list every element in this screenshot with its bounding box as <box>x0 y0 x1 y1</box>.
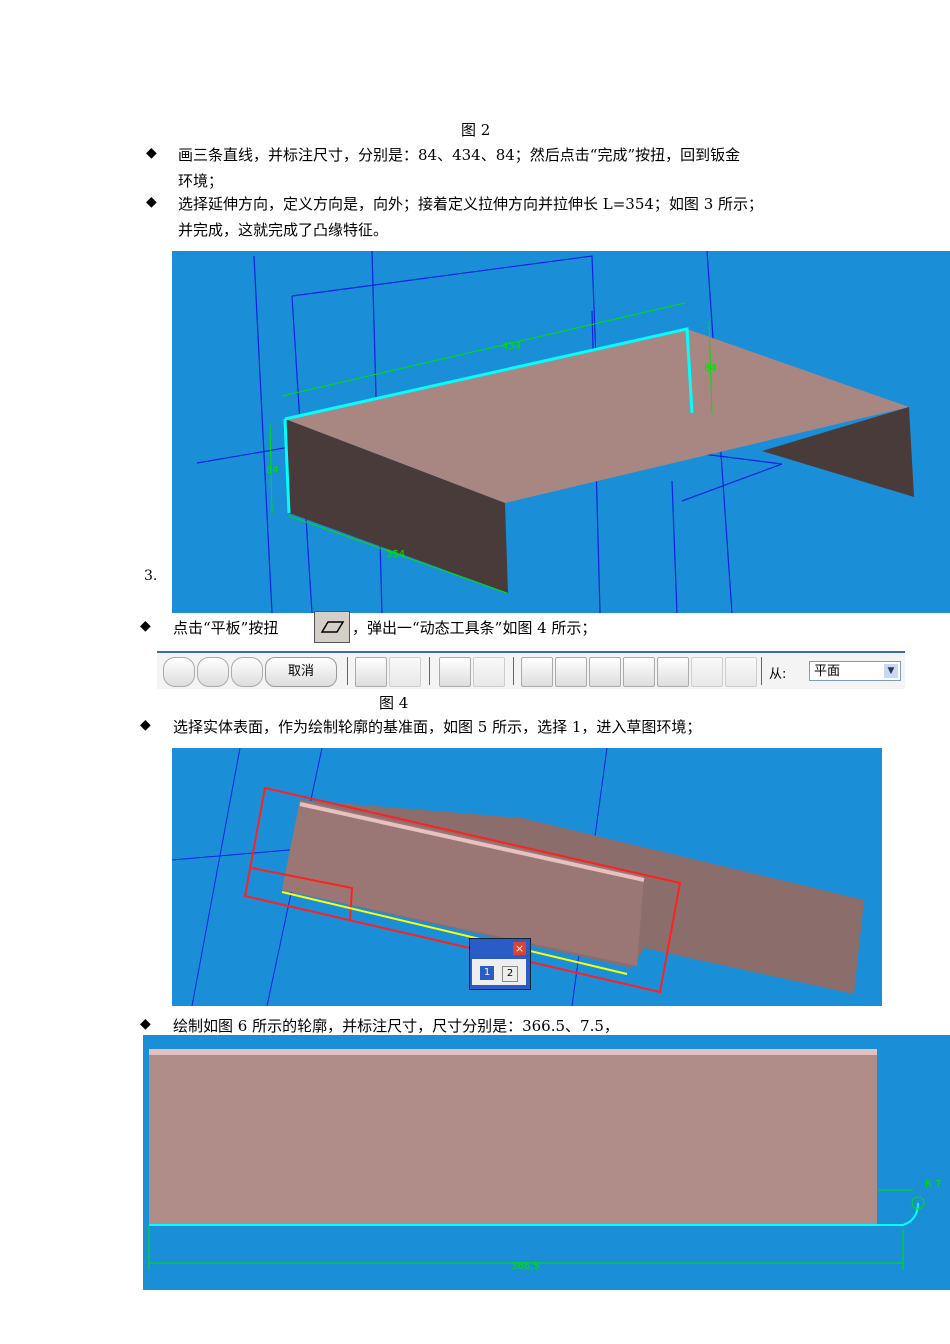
dynamic-toolbar: 取消 从: 平面 ▼ <box>157 651 905 689</box>
extend-icon[interactable] <box>197 657 229 687</box>
selection-popup: × 1 2 <box>469 938 531 990</box>
figure-6-sketch-profile: 366,5 R 7 <box>143 1035 950 1290</box>
divider <box>513 657 514 685</box>
para-3-before: 点击“平板”按扭 <box>173 619 279 637</box>
para-4-line1: 选择实体表面，作为绘制轮廓的基准面，如图 5 所示，选择 1，进入草图环境； <box>173 718 702 736</box>
dim-radius: R 7 <box>925 1179 942 1190</box>
coincident-plane-icon[interactable] <box>521 657 553 687</box>
from-value: 平面 <box>814 664 841 679</box>
para-3-after: ，弹出一“动态工具条”如图 4 所示； <box>352 619 597 637</box>
sketch-icon[interactable] <box>389 657 421 687</box>
angled-plane-icon[interactable] <box>589 657 621 687</box>
fig3-number: 3. <box>144 568 158 584</box>
close-icon[interactable]: × <box>513 942 526 955</box>
para-1-line1: 画三条直线，并标注尺寸，分别是：84、434、84；然后点击“完成”按扭，回到钣… <box>178 146 741 164</box>
figure-3-flange-model: 434 84 84 354 <box>172 251 950 613</box>
option-1[interactable]: 1 <box>480 966 494 980</box>
bullet: ◆ <box>146 194 157 210</box>
cancel-button[interactable]: 取消 <box>265 657 337 687</box>
dim-354: 354 <box>386 549 405 560</box>
normal-plane-icon[interactable] <box>657 657 689 687</box>
plane-select-icon[interactable] <box>163 657 195 687</box>
caption-fig4: 图 4 <box>379 694 409 712</box>
parallel-plane-icon[interactable] <box>555 657 587 687</box>
dim-84-left: 84 <box>266 465 279 476</box>
caption-fig2: 图 2 <box>461 121 491 139</box>
sketch-edit-icon[interactable] <box>355 657 387 687</box>
figure-5-face-selection: × 1 2 <box>172 748 882 1006</box>
curve-plane-icon[interactable] <box>691 657 723 687</box>
profile-sketch-drawing: 366,5 R 7 <box>148 1049 942 1272</box>
divider <box>761 657 762 685</box>
para-2-line1: 选择延伸方向，定义方向是，向外；接着定义拉伸方向并拉伸长 L=354；如图 3 … <box>178 195 764 213</box>
pencil-icon[interactable] <box>473 657 505 687</box>
dim-366-5: 366,5 <box>511 1261 540 1272</box>
para-2-line2: 并完成，这就完成了凸缘特征。 <box>178 221 389 239</box>
document-page: 图 2 ◆ 画三条直线，并标注尺寸，分别是：84、434、84；然后点击“完成”… <box>0 0 950 1344</box>
plate-icon <box>320 621 345 633</box>
flange-drawing: 434 84 84 354 <box>196 251 914 613</box>
dim-434: 434 <box>502 341 521 352</box>
three-point-plane-icon[interactable] <box>725 657 757 687</box>
divider <box>347 657 348 685</box>
flat-plate-button[interactable] <box>314 611 350 643</box>
from-select[interactable]: 平面 ▼ <box>809 661 901 681</box>
dim-84-right: 84 <box>704 363 717 374</box>
bullet: ◆ <box>146 145 157 161</box>
option-2[interactable]: 2 <box>502 966 518 982</box>
select-cursor-icon[interactable] <box>439 657 471 687</box>
perpendicular-plane-icon[interactable] <box>623 657 655 687</box>
bullet: ◆ <box>140 1016 151 1032</box>
from-label: 从: <box>769 667 787 682</box>
chevron-down-icon[interactable]: ▼ <box>884 664 898 678</box>
para-5-line1: 绘制如图 6 所示的轮廓，并标注尺寸，尺寸分别是：366.5、7.5， <box>173 1017 619 1035</box>
divider <box>429 657 430 685</box>
bullet: ◆ <box>140 618 151 634</box>
para-1-line2: 环境； <box>178 172 224 190</box>
bullet: ◆ <box>140 717 151 733</box>
bend-icon[interactable] <box>231 657 263 687</box>
